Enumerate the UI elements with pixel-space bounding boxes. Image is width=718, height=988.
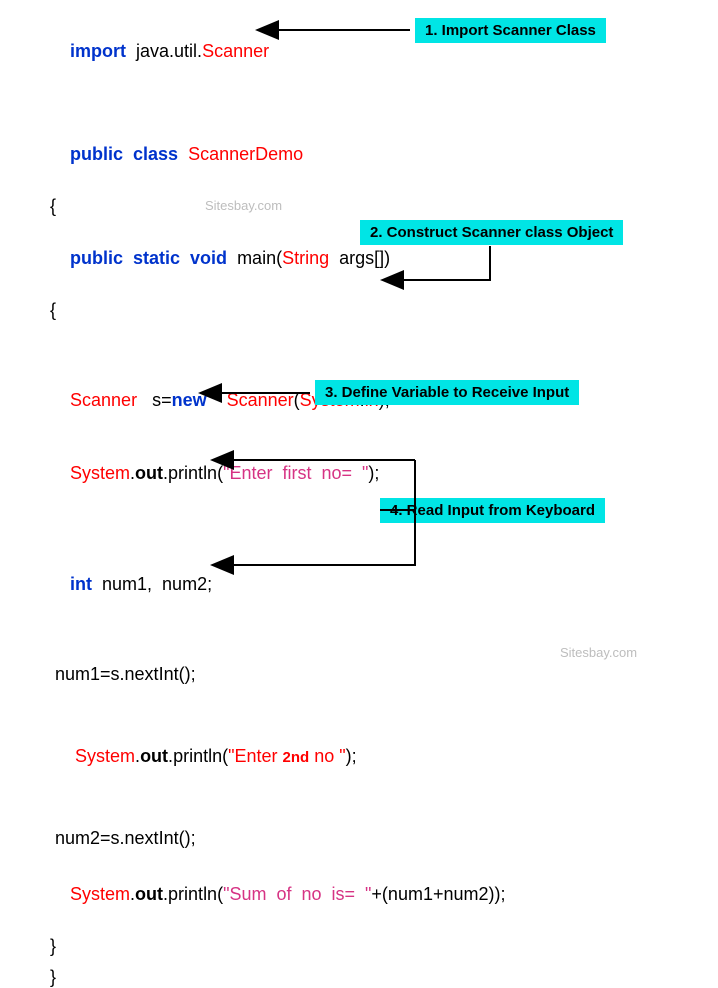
system2: System (70, 463, 130, 483)
line-brace-open-2: { (50, 300, 718, 321)
close1: ); (368, 463, 379, 483)
watermark-2: Sitesbay.com (560, 645, 637, 660)
line-brace-close-1: } (50, 936, 718, 957)
line-brace-open-1: { (50, 196, 718, 217)
line-brace-close-2: } (50, 967, 718, 988)
type-scanner: Scanner (70, 390, 137, 410)
cls-scanner: Scanner (202, 41, 269, 61)
kw-import: import (70, 41, 126, 61)
arg-close: args[]) (329, 248, 390, 268)
system3: System (75, 746, 135, 766)
arg-type: String (282, 248, 329, 268)
str1: "Enter first no= " (223, 463, 368, 483)
kw-void: void (180, 248, 237, 268)
out3: out (135, 884, 163, 904)
kw-public2: public (70, 248, 123, 268)
assign: s= (137, 390, 172, 410)
pkg-path: java.util. (126, 41, 202, 61)
kw-static: static (123, 248, 180, 268)
println3: println( (168, 884, 223, 904)
cls-name: ScannerDemo (188, 144, 303, 164)
watermark-1: Sitesbay.com (205, 198, 282, 213)
line-classdecl: public class ScannerDemo (50, 123, 718, 186)
ctor-scanner: Scanner (227, 390, 294, 410)
var-ids: num1, num2; (92, 574, 212, 594)
out2: out (140, 746, 168, 766)
line-println-2: System.out.println("Enter 2nd no "); (50, 725, 718, 788)
s1: Enter (234, 746, 282, 766)
kw-public: public (70, 144, 123, 164)
line-nextint-1: num1=s.nextInt(); (50, 664, 718, 685)
space (207, 390, 227, 410)
kw-class: class (123, 144, 188, 164)
str3: "Sum of no is= " (223, 884, 371, 904)
callout-1: 1. Import Scanner Class (415, 18, 606, 43)
close2: ); (346, 746, 357, 766)
line-import: import java.util.Scanner (50, 20, 718, 83)
callout-4: 4. Read Input from Keyboard (380, 498, 605, 523)
line-nextint-2: num2=s.nextInt(); (50, 828, 718, 849)
println2: println( (173, 746, 228, 766)
line-println-sum: System.out.println("Sum of no is= "+(num… (50, 863, 718, 926)
callout-3: 3. Define Variable to Receive Input (315, 380, 579, 405)
s2: 2nd (283, 749, 310, 766)
s3: no (309, 746, 339, 766)
line-println-1: System.out.println("Enter first no= "); (50, 442, 718, 505)
kw-new: new (172, 390, 207, 410)
kw-int: int (70, 574, 92, 594)
main-open: main( (237, 248, 282, 268)
system4: System (70, 884, 130, 904)
println1: println( (168, 463, 223, 483)
out1: out (135, 463, 163, 483)
plus: +(num1+num2)); (371, 884, 505, 904)
callout-2: 2. Construct Scanner class Object (360, 220, 623, 245)
line-declare-vars: int num1, num2; (50, 553, 718, 616)
